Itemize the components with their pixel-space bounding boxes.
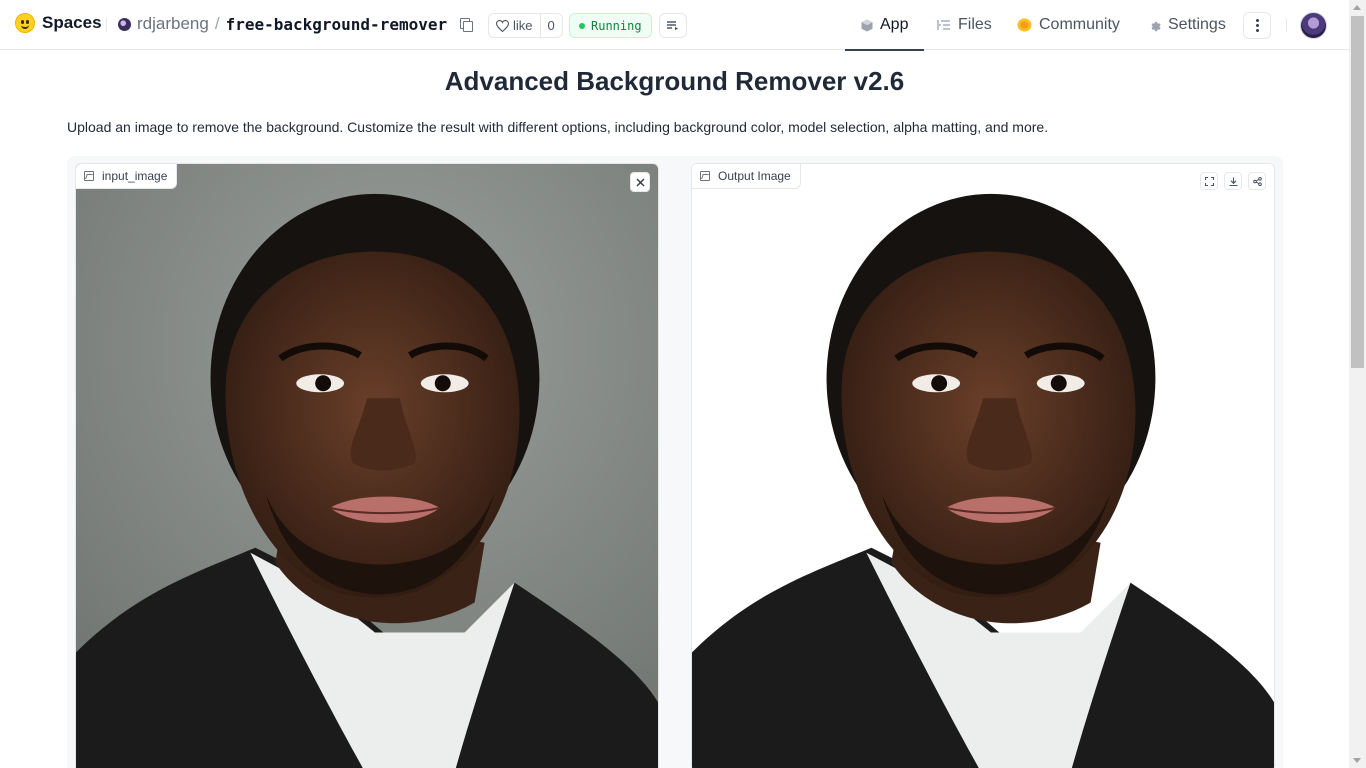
- top-bar: Spaces rdjarbeng / free-background-remov…: [0, 0, 1349, 51]
- scroll-up-arrow-icon[interactable]: [1353, 5, 1361, 10]
- brand-label: Spaces: [42, 13, 102, 32]
- like-count[interactable]: 0: [541, 18, 562, 33]
- divider: [106, 18, 107, 32]
- tab-community-label: Community: [1039, 16, 1120, 33]
- community-icon: [1017, 18, 1032, 32]
- image-icon: [84, 171, 94, 181]
- repo-breadcrumb: rdjarbeng / free-background-remover: [118, 14, 474, 34]
- divider: [1286, 19, 1287, 32]
- share-button[interactable]: [1248, 172, 1266, 190]
- input-image-label: input_image: [76, 164, 178, 189]
- heart-icon: [496, 19, 509, 32]
- download-icon: [1229, 177, 1237, 186]
- fullscreen-button[interactable]: [1200, 172, 1218, 190]
- tab-files[interactable]: Files: [937, 0, 992, 50]
- owner-avatar: [118, 17, 131, 31]
- fullscreen-icon: [1204, 176, 1214, 186]
- user-avatar[interactable]: [1300, 12, 1327, 39]
- output-image-label-text: Output Image: [718, 169, 791, 183]
- output-image-component[interactable]: Output Image: [691, 163, 1275, 768]
- logs-button[interactable]: [659, 13, 687, 38]
- tab-app[interactable]: App: [844, 0, 926, 51]
- cube-icon: [861, 19, 873, 31]
- clear-image-button[interactable]: [630, 172, 650, 192]
- input-image-component[interactable]: input_image: [75, 163, 659, 768]
- tab-files-label: Files: [958, 16, 992, 33]
- more-options-button[interactable]: [1243, 12, 1271, 39]
- input-image-label-text: input_image: [102, 169, 168, 183]
- copy-icon[interactable]: [458, 16, 474, 32]
- scroll-down-arrow-icon[interactable]: [1353, 758, 1361, 763]
- like-label: like: [513, 18, 533, 33]
- files-icon: [937, 20, 950, 30]
- page-title: Advanced Background Remover v2.6: [444, 66, 905, 96]
- list-icon: [667, 20, 678, 30]
- like-button[interactable]: like 0: [488, 13, 563, 38]
- status-dot-icon: [579, 22, 585, 29]
- scrollbar-thumb[interactable]: [1351, 16, 1364, 368]
- output-image-label: Output Image: [692, 164, 801, 189]
- page-scrollbar[interactable]: [1349, 0, 1366, 768]
- more-vertical-icon: [1255, 19, 1259, 32]
- status-badge[interactable]: Running: [569, 13, 652, 38]
- output-photo: [692, 164, 1274, 768]
- breadcrumb-separator: /: [214, 14, 220, 33]
- download-button[interactable]: [1224, 172, 1242, 190]
- tab-app-label: App: [880, 16, 909, 33]
- tab-settings-label: Settings: [1168, 16, 1226, 33]
- like-toggle[interactable]: like: [489, 14, 541, 37]
- close-icon: [635, 177, 645, 187]
- gear-icon: [1151, 21, 1161, 31]
- page-description: Upload an image to remove the background…: [67, 119, 1049, 135]
- input-photo: [76, 164, 658, 768]
- spaces-brand[interactable]: Spaces: [15, 13, 102, 33]
- hugging-face-logo-icon: [15, 13, 35, 33]
- tab-community[interactable]: Community: [1017, 0, 1120, 50]
- image-icon: [700, 171, 710, 181]
- share-icon: [1252, 176, 1262, 186]
- owner-link[interactable]: rdjarbeng: [137, 14, 209, 34]
- repo-name-link[interactable]: free-background-remover: [226, 15, 448, 34]
- tab-settings[interactable]: Settings: [1148, 0, 1226, 50]
- status-label: Running: [591, 18, 642, 33]
